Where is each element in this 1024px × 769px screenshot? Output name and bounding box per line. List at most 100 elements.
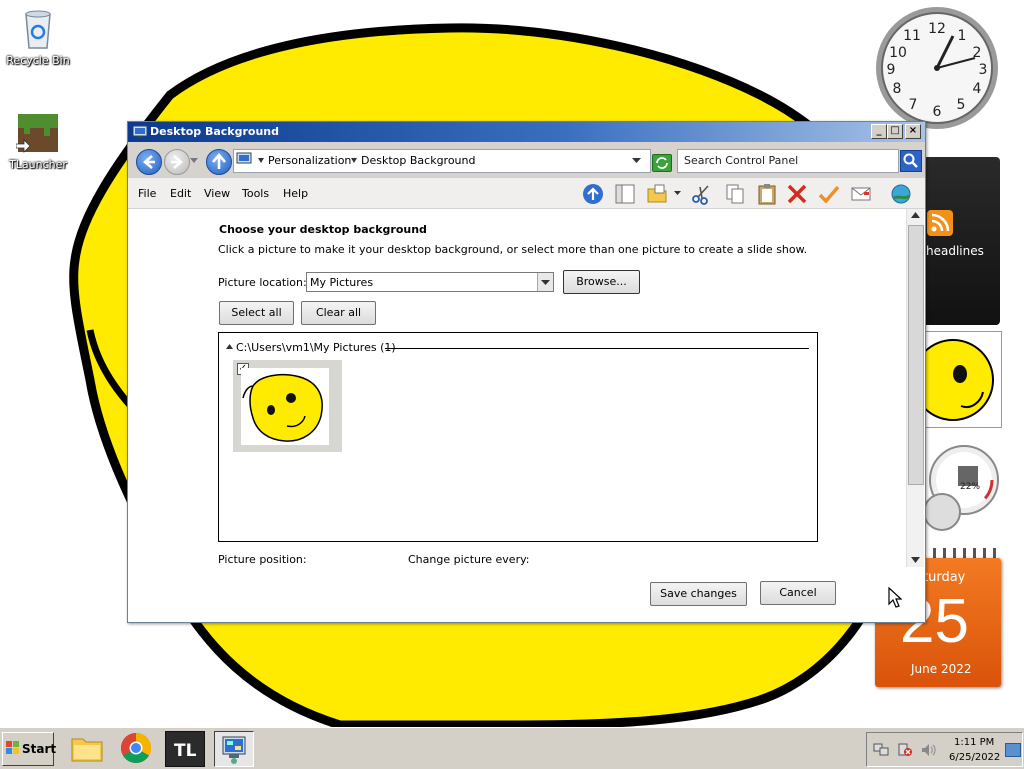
back-button[interactable]: [136, 149, 162, 175]
taskbar-control-panel[interactable]: [214, 731, 254, 767]
window-title: Desktop Background: [150, 125, 280, 138]
cpu-meter-gadget[interactable]: 22%: [922, 432, 1002, 532]
maximize-button[interactable]: □: [887, 124, 903, 139]
action-center-icon[interactable]: [897, 743, 913, 757]
slideshow-smiley-image: [923, 339, 994, 421]
toolbar-up-icon[interactable]: [582, 183, 604, 205]
menu-view[interactable]: View: [204, 187, 230, 200]
chevron-down-icon: [541, 280, 550, 285]
control-panel-icon: [222, 736, 246, 764]
menu-file[interactable]: File: [138, 187, 156, 200]
search-placeholder: Search Control Panel: [684, 154, 799, 167]
delete-icon[interactable]: [786, 183, 808, 205]
toolbar-folders-icon[interactable]: [646, 183, 668, 205]
svg-text:5: 5: [957, 97, 966, 113]
mouse-cursor-icon: [888, 587, 902, 608]
desktop-icon-tlauncher[interactable]: TLauncher: [0, 110, 76, 171]
select-dropdown-button[interactable]: [537, 273, 553, 291]
taskbar-tlauncher[interactable]: TL: [165, 731, 205, 767]
calendar-month-year: June 2022: [911, 662, 972, 676]
menu-tools[interactable]: Tools: [242, 187, 269, 200]
cancel-button[interactable]: Cancel: [760, 581, 836, 605]
picture-thumbnail[interactable]: ✓: [233, 360, 342, 452]
picture-location-value: My Pictures: [310, 276, 374, 289]
volume-icon[interactable]: [921, 743, 937, 757]
close-button[interactable]: ×: [905, 124, 921, 139]
svg-text:8: 8: [893, 81, 902, 97]
minimize-button[interactable]: _: [871, 124, 887, 139]
page-heading: Choose your desktop background: [219, 223, 427, 236]
menu-bar: File Edit View Tools Help: [128, 178, 925, 209]
search-button[interactable]: [900, 150, 922, 172]
show-desktop-icon[interactable]: [1005, 743, 1021, 757]
save-changes-button[interactable]: Save changes: [650, 582, 747, 606]
tray-time[interactable]: 1:11 PM: [954, 737, 994, 748]
recycle-bin-icon: [16, 6, 60, 50]
clear-all-button[interactable]: Clear all: [301, 301, 376, 325]
breadcrumb-desktop-background[interactable]: Desktop Background: [361, 154, 476, 167]
svg-text:4: 4: [973, 81, 982, 97]
desktop-icon-recycle-bin[interactable]: Recycle Bin: [0, 6, 76, 67]
up-button[interactable]: [206, 149, 232, 175]
up-arrow-icon: [212, 153, 226, 169]
svg-text:3: 3: [979, 62, 988, 78]
address-dropdown-icon[interactable]: [632, 158, 641, 164]
refresh-icon: [656, 157, 668, 169]
calendar-weekday: turday: [923, 570, 966, 585]
select-all-button[interactable]: Select all: [219, 301, 294, 325]
copy-icon[interactable]: [724, 183, 746, 205]
chrome-icon: [120, 733, 152, 764]
network-icon[interactable]: [873, 743, 889, 757]
properties-checkmark-icon[interactable]: [818, 183, 840, 205]
svg-text:TL: TL: [174, 741, 197, 761]
toolbar-dropdown-icon[interactable]: [674, 191, 681, 196]
content-pane: Choose your desktop background Click a p…: [128, 209, 906, 622]
svg-text:12: 12: [928, 21, 946, 37]
taskbar-file-explorer[interactable]: [68, 731, 106, 765]
group-divider: [385, 348, 809, 349]
windows-logo-icon: [6, 741, 19, 754]
recent-pages-dropdown-icon[interactable]: [190, 158, 198, 164]
scroll-down-icon[interactable]: [911, 557, 920, 563]
slideshow-gadget[interactable]: [922, 331, 1002, 428]
desktop-icon-label: Recycle Bin: [6, 54, 70, 67]
paste-icon[interactable]: [756, 183, 778, 205]
scroll-up-icon[interactable]: [911, 212, 920, 218]
refresh-button[interactable]: [652, 154, 672, 172]
search-icon: [903, 153, 918, 168]
email-icon[interactable]: [850, 183, 872, 205]
breadcrumb-personalization[interactable]: Personalization: [268, 154, 351, 167]
toolbar-panel-icon[interactable]: [614, 183, 636, 205]
start-button[interactable]: Start: [2, 732, 57, 766]
start-label: Start: [22, 742, 57, 756]
tray-date[interactable]: 6/25/2022: [949, 752, 1000, 763]
picture-position-label: Picture position:: [218, 553, 307, 566]
svg-text:10: 10: [889, 45, 907, 61]
menu-edit[interactable]: Edit: [170, 187, 191, 200]
collapse-group-icon[interactable]: [226, 344, 233, 349]
browse-button[interactable]: Browse...: [563, 270, 640, 294]
chevron-right-icon: [351, 158, 357, 163]
cut-icon[interactable]: [690, 183, 712, 205]
network-globe-icon[interactable]: [890, 183, 912, 205]
tlauncher-icon: [15, 110, 60, 154]
address-box[interactable]: Personalization Desktop Background: [233, 149, 651, 173]
group-header[interactable]: C:\Users\vm1\My Pictures (1): [236, 341, 396, 354]
picture-gallery: C:\Users\vm1\My Pictures (1) ✓: [218, 332, 818, 542]
scrollbar-thumb[interactable]: [908, 225, 924, 485]
window-titlebar[interactable]: Desktop Background _ □ ×: [128, 122, 925, 142]
menu-help[interactable]: Help: [283, 187, 308, 200]
system-tray: 1:11 PM 6/25/2022: [866, 732, 1023, 767]
thumbnail-smiley-image: [241, 368, 329, 445]
picture-location-select[interactable]: My Pictures: [306, 272, 554, 292]
page-description: Click a picture to make it your desktop …: [218, 243, 808, 256]
clock-gadget[interactable]: 12 1 2 345 678 9 10 11: [873, 6, 1003, 132]
search-input[interactable]: Search Control Panel: [677, 149, 899, 173]
taskbar-chrome[interactable]: [117, 731, 155, 765]
cpu-percent: 22%: [960, 482, 981, 492]
forward-button[interactable]: [164, 149, 190, 175]
svg-text:1: 1: [958, 28, 967, 44]
chevron-right-icon: [258, 158, 264, 163]
clock-face: 12 12 345 678 91011: [876, 7, 998, 129]
vertical-scrollbar[interactable]: [906, 209, 924, 567]
